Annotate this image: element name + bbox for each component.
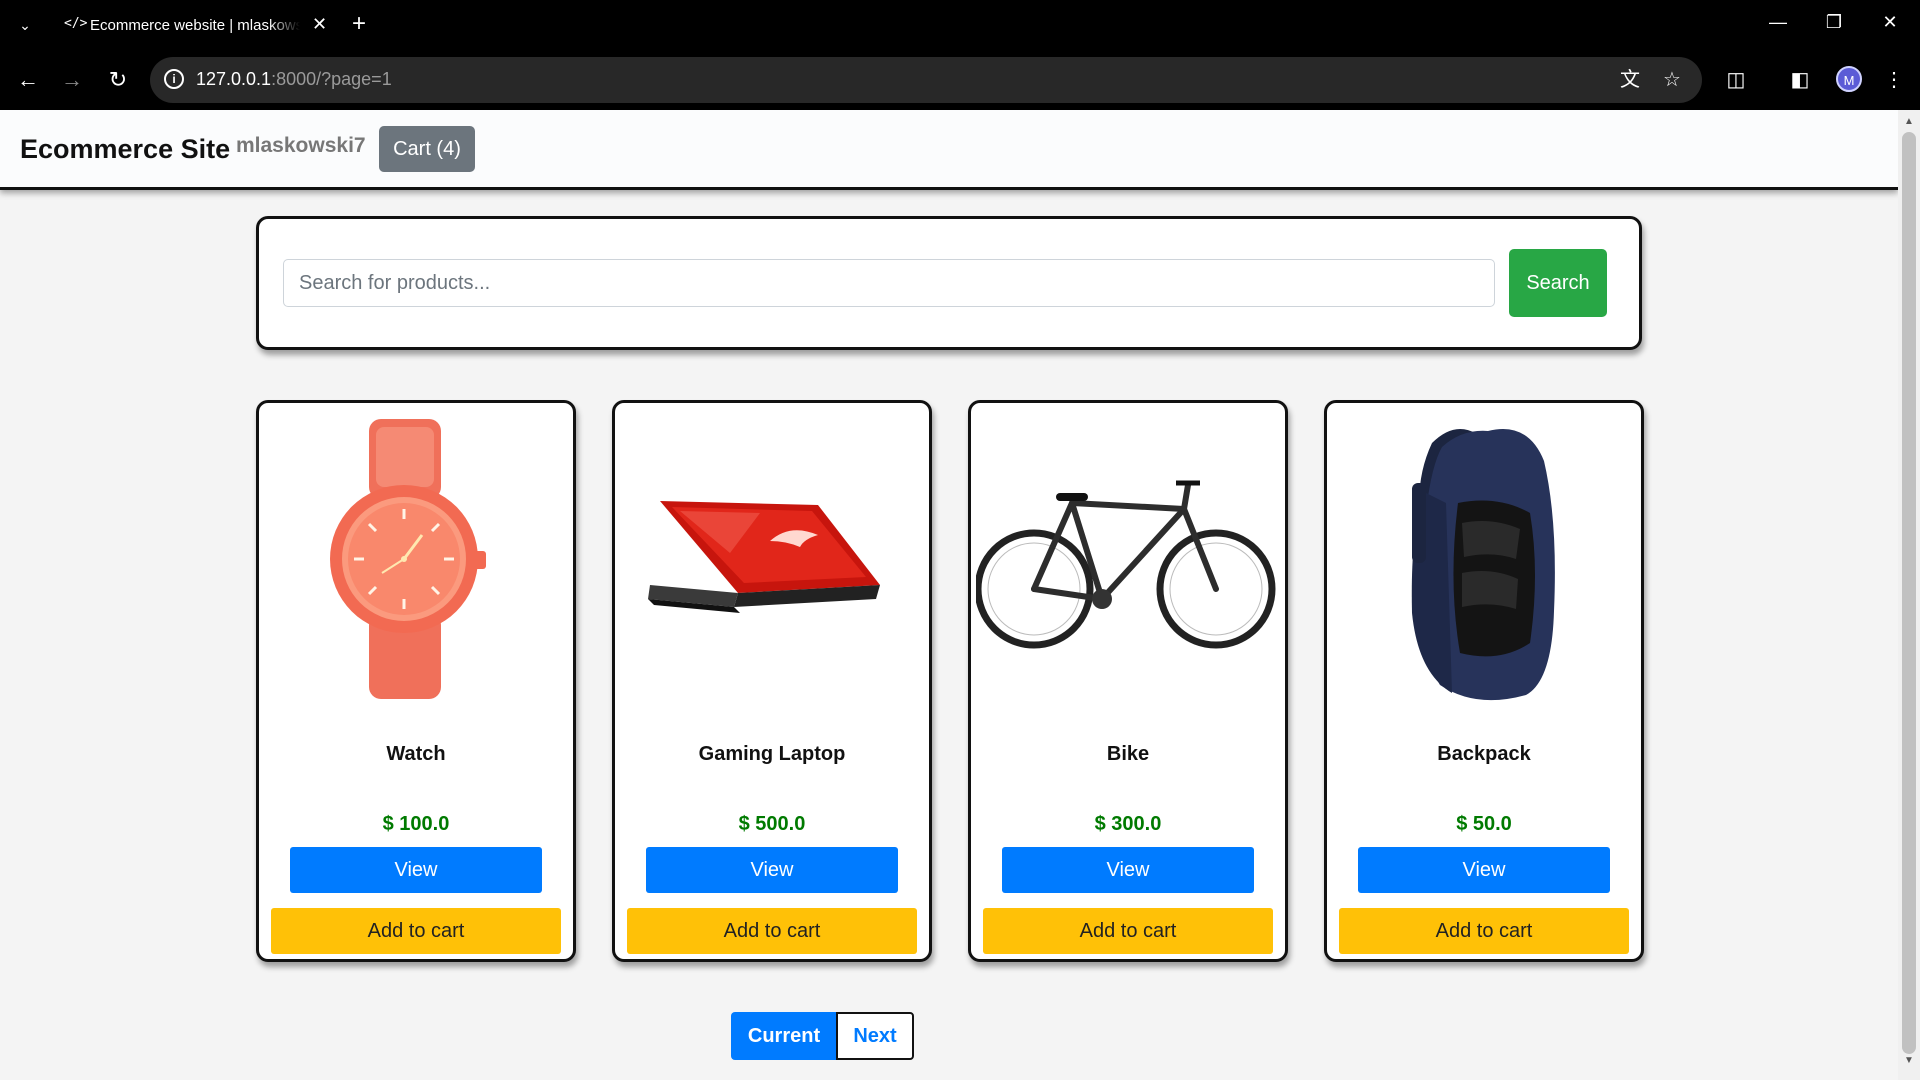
product-image-gaming-laptop [648, 501, 880, 613]
product-name: Bike [1106, 743, 1150, 765]
page-scrollbar[interactable]: ▲ ▼ [1898, 110, 1920, 1080]
product-price: $ 300.0 [1094, 813, 1162, 835]
product-image-bike [976, 480, 1276, 649]
scroll-thumb[interactable] [1902, 132, 1916, 1054]
product-name: Gaming Laptop [698, 743, 846, 765]
scroll-down-icon[interactable]: ▼ [1904, 1055, 1914, 1066]
product-image-watch [330, 419, 486, 699]
search-input[interactable] [283, 259, 1495, 307]
pagination-current[interactable]: Current [731, 1012, 837, 1060]
product-card-watch: Watch $ 100.0 View Add to cart [256, 400, 576, 962]
avatar[interactable]: M [1836, 66, 1862, 92]
search-button[interactable]: Search [1509, 249, 1607, 317]
url-path: :8000/?page=1 [271, 69, 392, 89]
product-card-gaming-laptop: Gaming Laptop $ 500.0 View Add to cart [612, 400, 932, 962]
username-label[interactable]: mlaskowski7 [236, 134, 366, 158]
view-button[interactable]: View [1358, 847, 1610, 893]
product-price: $ 500.0 [738, 813, 806, 835]
address-bar[interactable]: i 127.0.0.1:8000/?page=1 文 ☆ [150, 57, 1702, 103]
scroll-up-icon[interactable]: ▲ [1904, 116, 1914, 127]
site-navbar: Ecommerce Site mlaskowski7 Cart (4) [0, 110, 1898, 190]
side-panel-icon[interactable]: ◧ [1786, 66, 1814, 94]
close-window-icon[interactable]: ✕ [1878, 12, 1902, 33]
product-price: $ 100.0 [382, 813, 450, 835]
view-button[interactable]: View [290, 847, 542, 893]
product-name: Watch [386, 743, 446, 765]
tab-list-chevron-down-icon[interactable]: ⌄ [14, 14, 36, 36]
add-to-cart-button[interactable]: Add to cart [271, 908, 561, 954]
add-to-cart-button[interactable]: Add to cart [983, 908, 1273, 954]
add-to-cart-button[interactable]: Add to cart [1339, 908, 1629, 954]
product-price: $ 50.0 [1456, 813, 1512, 835]
site-info-icon[interactable]: i [164, 69, 184, 89]
puzzle-icon[interactable]: ◫ [1722, 66, 1750, 94]
search-card: Search [256, 216, 1642, 350]
url-text[interactable]: 127.0.0.1:8000/?page=1 [196, 69, 392, 90]
back-arrow-icon[interactable]: ← [14, 66, 42, 94]
reload-icon[interactable]: ↻ [104, 66, 132, 94]
cart-button[interactable]: Cart (4) [379, 126, 475, 172]
browser-tab[interactable]: </> Ecommerce website | mlaskowski7 ✕ [50, 8, 340, 50]
new-tab-plus-icon[interactable]: + [352, 10, 366, 38]
view-button[interactable]: View [1002, 847, 1254, 893]
view-button[interactable]: View [646, 847, 898, 893]
browser-toolbar: ← → ↻ i 127.0.0.1:8000/?page=1 文 ☆ ◫ ◧ M… [0, 50, 1920, 110]
kebab-menu-icon[interactable]: ⋮ [1880, 66, 1908, 94]
translate-icon[interactable]: 文 [1618, 68, 1642, 92]
page-viewport: Ecommerce Site mlaskowski7 Cart (4) Sear… [0, 110, 1898, 1080]
star-icon[interactable]: ☆ [1660, 68, 1684, 92]
pagination-next[interactable]: Next [836, 1012, 914, 1060]
tab-close-icon[interactable]: ✕ [312, 14, 327, 35]
minimize-icon[interactable]: — [1766, 12, 1790, 33]
product-card-bike: Bike $ 300.0 View Add to cart [968, 400, 1288, 962]
forward-arrow-icon[interactable]: → [58, 66, 86, 94]
brand-title[interactable]: Ecommerce Site [20, 134, 230, 165]
tab-title: Ecommerce website | mlaskowski7 [90, 17, 300, 34]
product-image-backpack [1411, 428, 1555, 701]
product-card-backpack: Backpack $ 50.0 View Add to cart [1324, 400, 1644, 962]
code-icon: </> [64, 16, 88, 31]
browser-tab-bar: ⌄ </> Ecommerce website | mlaskowski7 ✕ … [0, 0, 1920, 50]
product-name: Backpack [1437, 743, 1531, 765]
add-to-cart-button[interactable]: Add to cart [627, 908, 917, 954]
url-host: 127.0.0.1 [196, 69, 272, 89]
restore-icon[interactable]: ❐ [1822, 12, 1846, 33]
